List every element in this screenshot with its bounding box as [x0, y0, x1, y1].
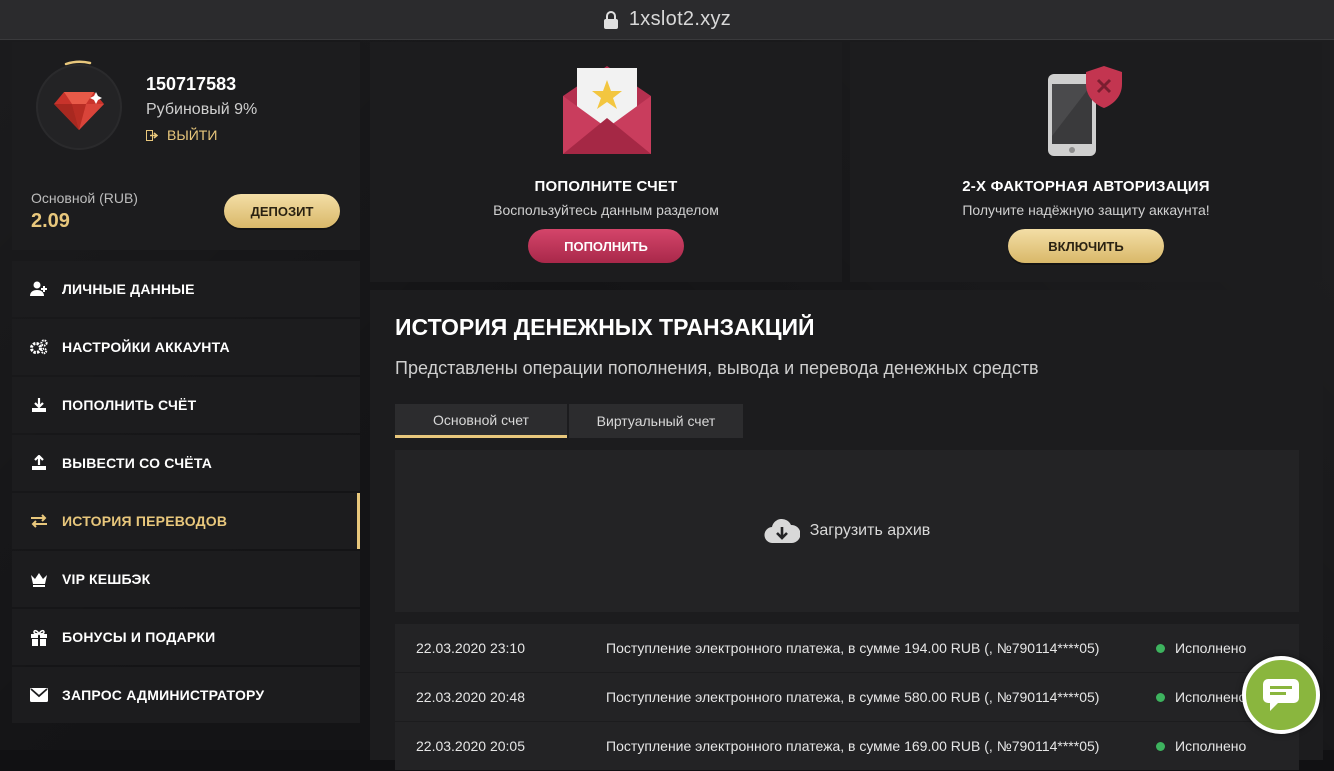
menu-item-label: НАСТРОЙКИ АККАУНТА — [62, 339, 230, 355]
page-title: ИСТОРИЯ ДЕНЕЖНЫХ ТРАНЗАКЦИЙ — [395, 314, 815, 340]
chat-bubble-icon — [1263, 679, 1299, 711]
envelope-icon — [30, 686, 48, 704]
logout-link[interactable]: ВЫЙТИ — [146, 127, 217, 143]
deposit-promo-card: ПОПОЛНИТЕ СЧЕТ Воспользуйтесь данным раз… — [370, 42, 842, 282]
top-up-button[interactable]: ПОПОЛНИТЬ — [528, 229, 684, 263]
status-label: Исполнено — [1175, 738, 1247, 754]
menu-item-label: ПОПОЛНИТЬ СЧЁТ — [62, 397, 197, 413]
menu-item-personal-data[interactable]: ЛИЧНЫЕ ДАННЫЕ — [12, 261, 360, 317]
status-dot — [1156, 692, 1165, 702]
lock-icon — [603, 10, 619, 30]
download-icon — [30, 396, 48, 414]
menu-item-label: ВЫВЕСТИ СО СЧЁТА — [62, 455, 213, 471]
user-id: 150717583 — [146, 74, 237, 94]
upload-icon — [30, 454, 48, 472]
menu-item-label: VIP КЕШБЭК — [62, 571, 151, 587]
account-tabs: Основной счет Виртуальный счет — [395, 404, 743, 438]
transaction-description: Поступление электронного платежа, в сумм… — [606, 689, 1100, 705]
status-label: Исполнено — [1175, 640, 1247, 656]
transaction-date: 22.03.2020 20:05 — [416, 738, 525, 754]
balance-label: Основной (RUB) — [31, 190, 138, 206]
envelope-star-icon — [563, 66, 651, 154]
menu-item-transfer-history[interactable]: ИСТОРИЯ ПЕРЕВОДОВ — [12, 493, 360, 549]
twofa-card-title: 2-Х ФАКТОРНАЯ АВТОРИЗАЦИЯ — [962, 178, 1210, 195]
menu-item-label: ЛИЧНЫЕ ДАННЫЕ — [62, 281, 195, 297]
crown-icon — [30, 570, 48, 588]
transaction-list: 22.03.2020 23:10 Поступление электронног… — [395, 624, 1299, 771]
cloud-download-icon — [764, 518, 800, 544]
enable-2fa-button[interactable]: ВКЛЮЧИТЬ — [1008, 229, 1164, 263]
ruby-gem-icon — [54, 92, 104, 130]
user-plus-icon — [30, 280, 48, 298]
logout-label: ВЫЙТИ — [167, 127, 218, 143]
avatar — [36, 64, 122, 150]
transaction-date: 22.03.2020 23:10 — [416, 640, 525, 656]
deposit-card-title: ПОПОЛНИТЕ СЧЕТ — [534, 178, 678, 195]
live-chat-button[interactable] — [1242, 656, 1320, 734]
loyalty-level: Рубиновый 9% — [146, 101, 258, 118]
deposit-button[interactable]: ДЕПОЗИТ — [224, 194, 340, 228]
gears-icon — [30, 338, 48, 356]
deposit-card-subtitle: Воспользуйтесь данным разделом — [493, 202, 719, 218]
profile-card: 150717583 Рубиновый 9% ВЫЙТИ Основной (R… — [12, 42, 360, 250]
tab-virtual-account[interactable]: Виртуальный счет — [569, 404, 743, 438]
menu-item-label: БОНУСЫ И ПОДАРКИ — [62, 629, 216, 645]
menu-item-deposit[interactable]: ПОПОЛНИТЬ СЧЁТ — [12, 377, 360, 433]
menu-item-label: ИСТОРИЯ ПЕРЕВОДОВ — [62, 513, 228, 529]
table-row: 22.03.2020 20:48 Поступление электронног… — [395, 673, 1299, 721]
transaction-status: Исполнено — [1156, 738, 1246, 754]
status-dot — [1156, 643, 1165, 653]
status-label: Исполнено — [1175, 689, 1247, 705]
account-menu: ЛИЧНЫЕ ДАННЫЕ НАСТРОЙКИ АККАУНТА ПОПОЛНИ… — [12, 261, 360, 725]
download-archive-button[interactable]: Загрузить архив — [395, 450, 1299, 612]
gift-icon — [30, 628, 48, 646]
browser-address-bar[interactable]: 1xslot2.xyz — [0, 0, 1334, 40]
menu-item-withdraw[interactable]: ВЫВЕСТИ СО СЧЁТА — [12, 435, 360, 491]
menu-item-vip-cashback[interactable]: VIP КЕШБЭК — [12, 551, 360, 607]
transaction-description: Поступление электронного платежа, в сумм… — [606, 738, 1100, 754]
transaction-date: 22.03.2020 20:48 — [416, 689, 525, 705]
page: 150717583 Рубиновый 9% ВЫЙТИ Основной (R… — [0, 40, 1334, 770]
transaction-status: Исполнено — [1156, 689, 1246, 705]
transaction-history-panel: ИСТОРИЯ ДЕНЕЖНЫХ ТРАНЗАКЦИЙ Представлены… — [370, 290, 1323, 770]
transaction-status: Исполнено — [1156, 640, 1246, 656]
tab-main-account[interactable]: Основной счет — [395, 404, 567, 438]
balance-value: 2.09 — [31, 210, 70, 232]
menu-item-admin-request[interactable]: ЗАПРОС АДМИНИСТРАТОРУ — [12, 667, 360, 723]
menu-item-account-settings[interactable]: НАСТРОЙКИ АККАУНТА — [12, 319, 360, 375]
logout-icon — [146, 129, 159, 141]
page-subtitle: Представлены операции пополнения, вывода… — [395, 358, 1039, 378]
table-row: 22.03.2020 20:05 Поступление электронног… — [395, 722, 1299, 770]
two-factor-card: 2-Х ФАКТОРНАЯ АВТОРИЗАЦИЯ Получите надёж… — [850, 42, 1322, 282]
status-dot — [1156, 741, 1165, 751]
table-row: 22.03.2020 23:10 Поступление электронног… — [395, 624, 1299, 672]
menu-item-label: ЗАПРОС АДМИНИСТРАТОРУ — [62, 687, 265, 703]
archive-label: Загрузить архив — [809, 522, 931, 539]
phone-shield-icon — [1048, 66, 1122, 156]
menu-item-bonuses[interactable]: БОНУСЫ И ПОДАРКИ — [12, 609, 360, 665]
twofa-card-subtitle: Получите надёжную защиту аккаунта! — [962, 202, 1210, 218]
url-text: 1xslot2.xyz — [628, 8, 732, 30]
transfer-arrows-icon — [30, 512, 48, 530]
transaction-description: Поступление электронного платежа, в сумм… — [606, 640, 1100, 656]
